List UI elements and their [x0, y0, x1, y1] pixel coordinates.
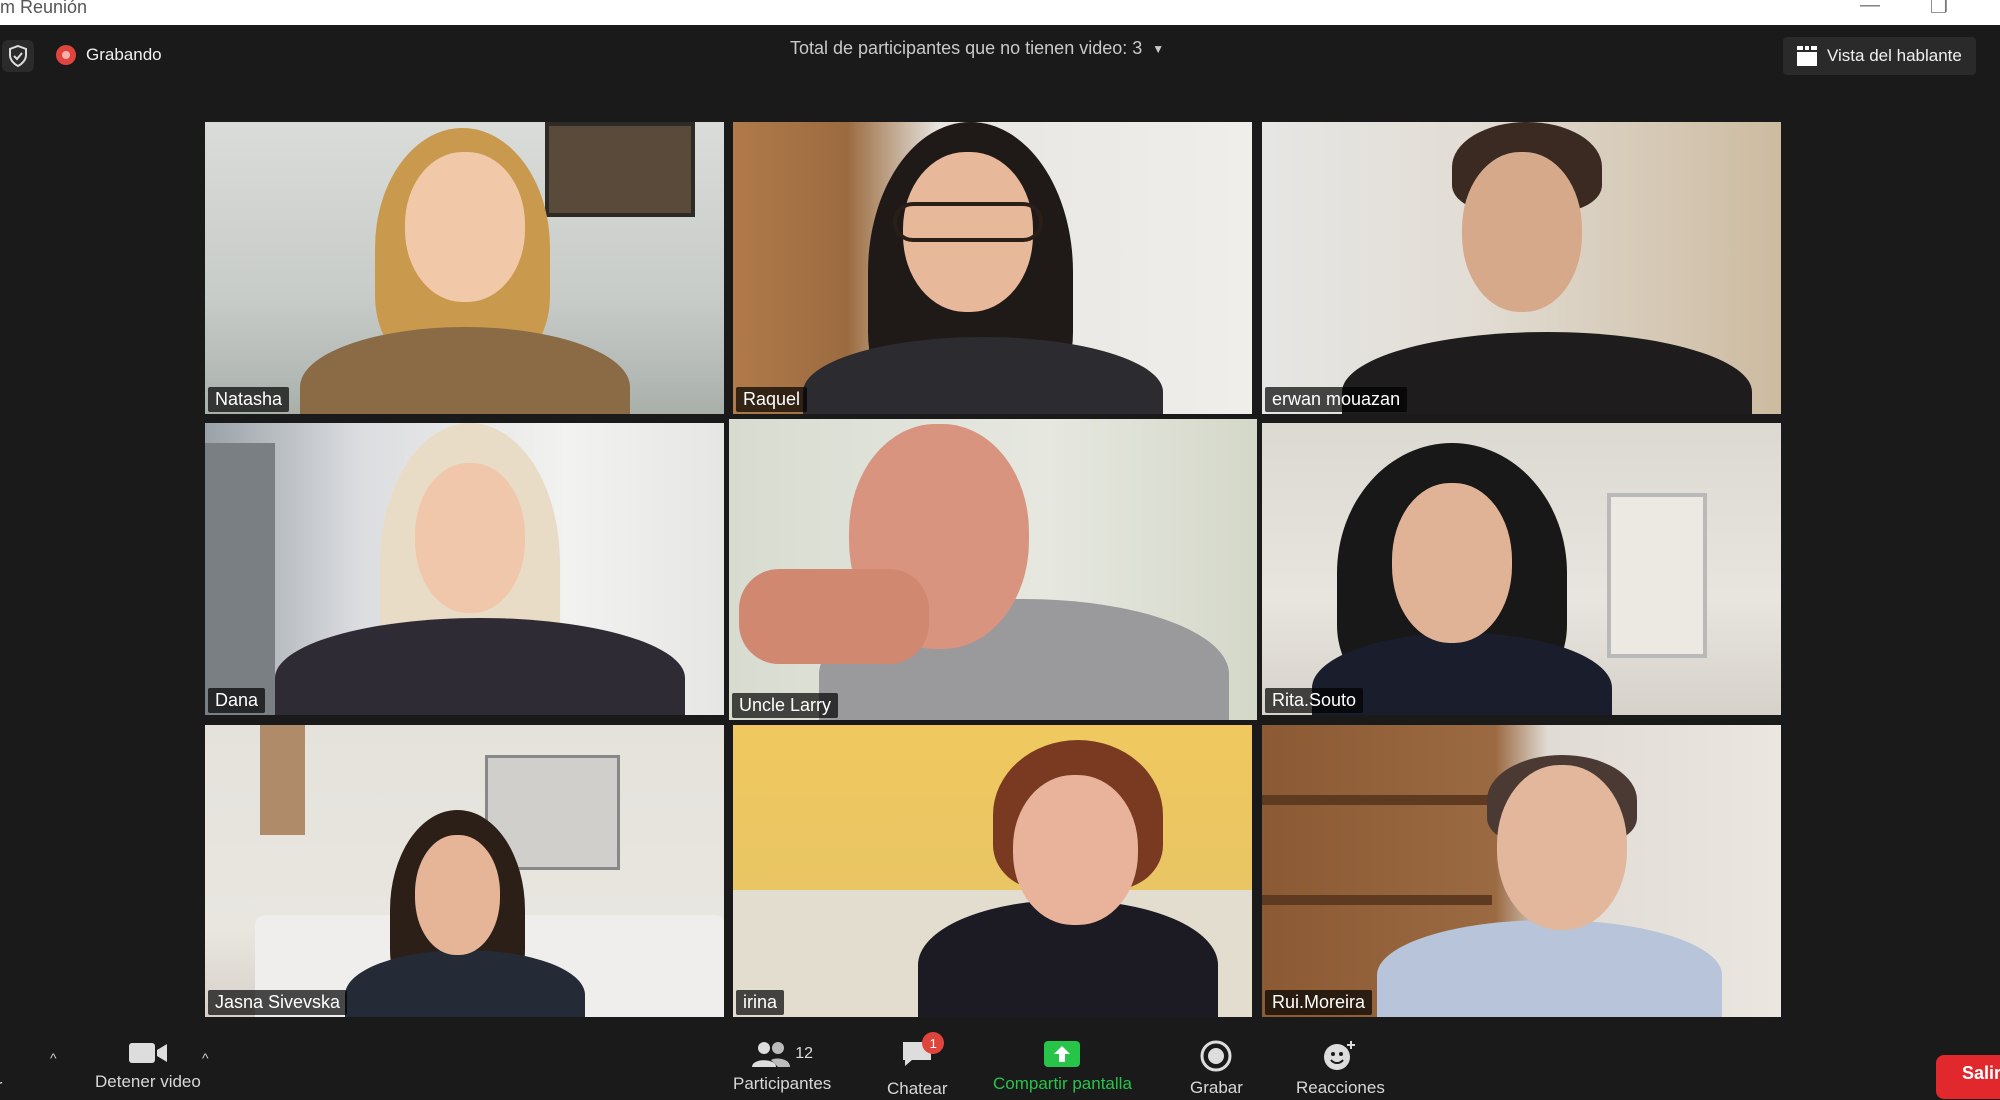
mute-label: ciar: [0, 1076, 2, 1096]
meeting-controls-bar: ciar ^ Detener video ^ 12 Participantes …: [0, 1020, 2000, 1100]
record-label: Grabar: [1190, 1078, 1243, 1097]
participant-tile-erwan-mouazan[interactable]: erwan mouazan: [1262, 122, 1781, 414]
share-screen-label: Compartir pantalla: [993, 1074, 1132, 1093]
share-screen-icon: [1044, 1041, 1081, 1067]
participants-count: 12: [795, 1045, 814, 1062]
video-options-caret-icon[interactable]: ^: [202, 1050, 209, 1066]
participant-name: erwan mouazan: [1265, 387, 1408, 412]
participants-icon-group: 12: [751, 1040, 813, 1068]
speaker-view-button[interactable]: Vista del hablante: [1783, 37, 1976, 75]
recording-label: Grabando: [86, 45, 162, 64]
grid-view-icon: [1797, 46, 1817, 66]
participant-name: Uncle Larry: [732, 693, 839, 718]
window-frame: [205, 443, 275, 715]
chevron-down-icon: ▼: [1152, 41, 1165, 56]
participant-name: Raquel: [736, 387, 808, 412]
record-dot-icon: [56, 45, 76, 65]
no-video-participants-dropdown[interactable]: Total de participantes que no tienen vid…: [790, 38, 1164, 59]
share-screen-button[interactable]: Compartir pantalla: [993, 1040, 1132, 1094]
participant-name: Rui.Moreira: [1265, 990, 1373, 1015]
participant-tile-jasna-sivevska[interactable]: Jasna Sivevska: [205, 725, 724, 1017]
participants-button[interactable]: 12 Participantes: [733, 1040, 831, 1094]
chat-icon-wrap: 1: [900, 1032, 945, 1073]
participant-name: irina: [736, 990, 785, 1015]
participant-tile-uncle-larry[interactable]: Uncle Larry: [729, 419, 1257, 720]
minimize-icon[interactable]: —: [1860, 0, 1880, 17]
chat-unread-badge: 1: [922, 1032, 945, 1054]
security-shield-icon[interactable]: [2, 40, 34, 72]
microphone-icon: [0, 1040, 1, 1070]
participant-tile-dana[interactable]: Dana: [205, 423, 724, 715]
participant-name: Jasna Sivevska: [208, 990, 348, 1015]
participants-icon: [752, 1042, 791, 1067]
participant-tile-rui-moreira[interactable]: Rui.Moreira: [1262, 725, 1781, 1017]
participant-tile-raquel[interactable]: Raquel: [733, 122, 1252, 414]
wall-mirror: [1607, 493, 1707, 658]
participant-name: Natasha: [208, 387, 290, 412]
chat-button[interactable]: 1 Chatear: [887, 1032, 948, 1099]
recording-indicator[interactable]: Grabando: [56, 45, 162, 65]
participant-name: Rita.Souto: [1265, 688, 1364, 713]
restore-icon[interactable]: ❐: [1930, 0, 1948, 19]
stop-video-label: Detener video: [95, 1072, 201, 1091]
participants-label: Participantes: [733, 1074, 832, 1093]
participant-tile-irina[interactable]: irina: [733, 725, 1252, 1017]
chat-label: Chatear: [887, 1079, 948, 1098]
audio-options-caret-icon[interactable]: ^: [50, 1050, 57, 1066]
reactions-label: Reacciones: [1296, 1078, 1385, 1097]
participant-tile-natasha[interactable]: Natasha: [205, 122, 724, 414]
record-icon: [1200, 1040, 1232, 1072]
stop-video-button[interactable]: Detener video: [95, 1040, 201, 1092]
no-video-count-text: Total de participantes que no tienen vid…: [790, 38, 1143, 58]
leave-meeting-button[interactable]: Salir: [1936, 1055, 2000, 1099]
wall-picture: [545, 122, 695, 217]
participant-tile-rita-souto[interactable]: Rita.Souto: [1262, 423, 1781, 715]
reactions-button[interactable]: Reacciones: [1296, 1040, 1385, 1098]
window-title-bar: om Reunión — ❐: [0, 0, 2000, 25]
glasses: [893, 202, 1043, 242]
bookshelf: [1262, 795, 1492, 805]
window-title: om Reunión: [0, 0, 88, 17]
video-camera-icon: [128, 1043, 167, 1063]
meeting-top-bar: Grabando Total de participantes que no t…: [0, 25, 2000, 85]
participant-name: Dana: [208, 688, 266, 713]
smiley-plus-icon: [1324, 1041, 1356, 1070]
pointing-hand: [739, 569, 929, 664]
record-button[interactable]: Grabar: [1190, 1040, 1243, 1098]
wall-art: [260, 725, 305, 835]
mute-button[interactable]: ciar: [0, 1040, 2, 1096]
speaker-view-label: Vista del hablante: [1827, 46, 1962, 65]
